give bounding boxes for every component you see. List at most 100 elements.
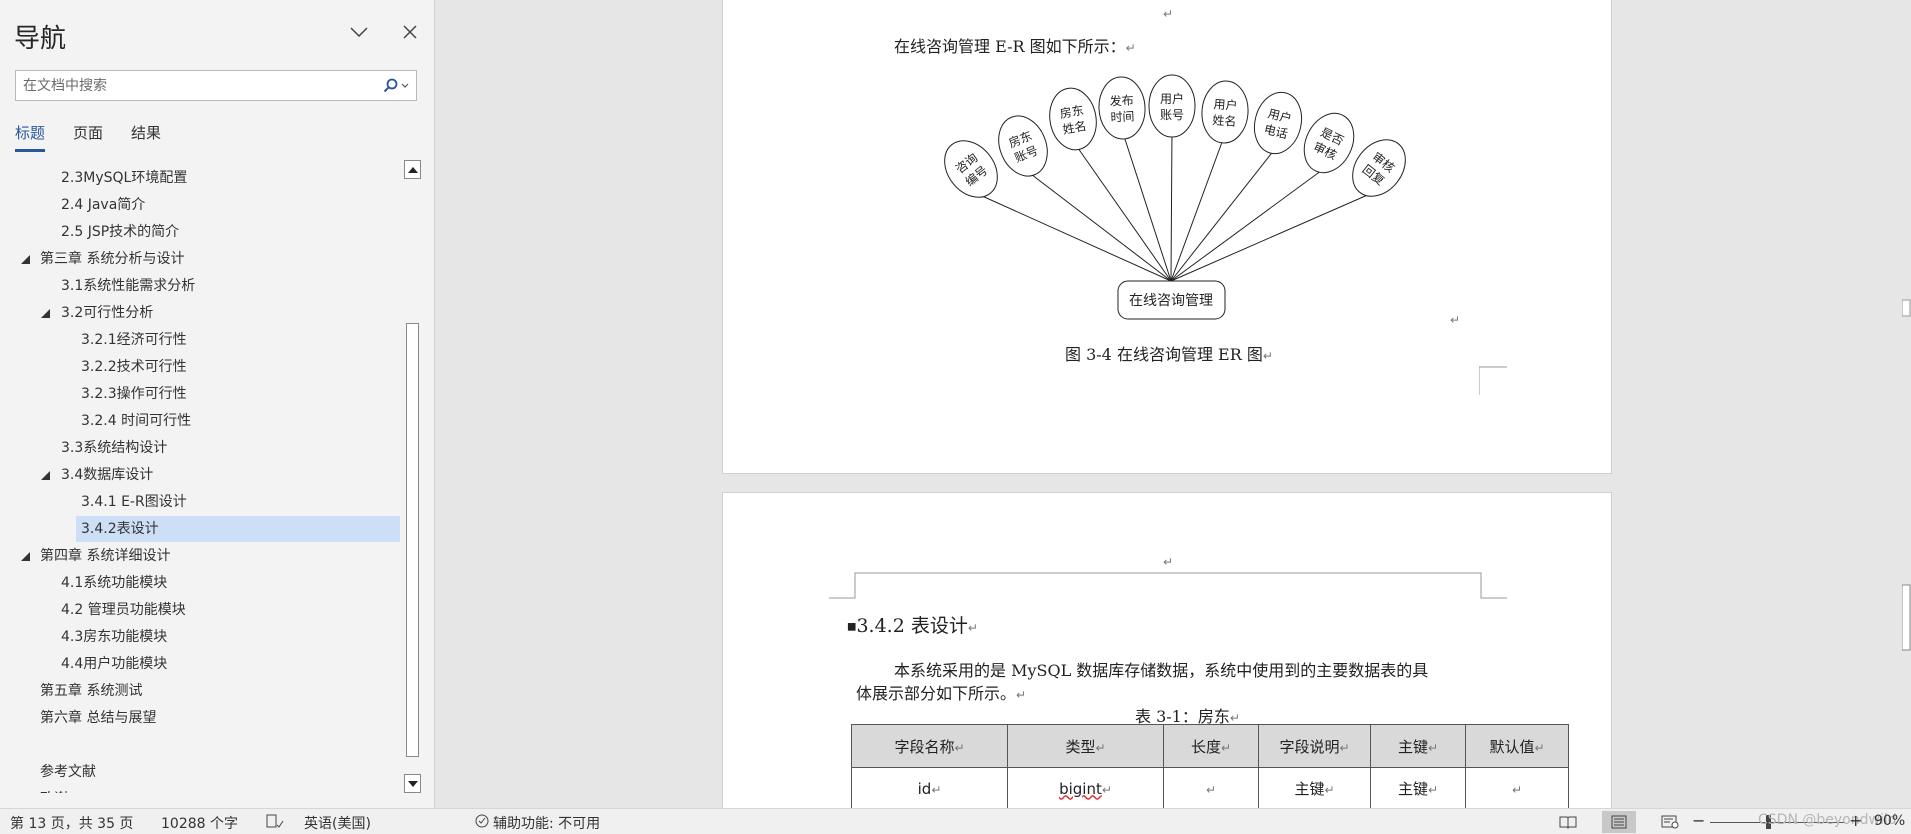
table-header-cell: 类型↵: [1007, 724, 1164, 768]
er-attribute: 房东账号: [998, 115, 1048, 177]
body-paragraph-line: 本系统采用的是 MySQL 数据库存储数据，系统中使用到的主要数据表的具: [894, 661, 1429, 680]
cell-text: bigint: [1059, 779, 1102, 798]
nav-heading-item[interactable]: 参考文献: [0, 759, 400, 785]
paragraph-mark: ↵: [1205, 782, 1217, 797]
nav-heading-item[interactable]: 第六章 总结与展望: [0, 705, 400, 731]
nav-heading-item[interactable]: 第五章 系统测试: [0, 678, 400, 704]
table-header-cell: 长度↵: [1163, 724, 1259, 768]
table-cell: ↵: [1465, 767, 1569, 808]
er-connector: [1121, 129, 1172, 282]
zoom-out-button[interactable]: −: [1692, 811, 1705, 830]
nav-heading-item[interactable]: 3.2.1经济可行性: [0, 327, 400, 353]
accessibility-icon[interactable]: [473, 813, 491, 833]
print-layout-icon[interactable]: [1602, 811, 1636, 833]
table-header-cell: 字段说明↵: [1258, 724, 1371, 768]
nav-heading-label: 3.2.1经济可行性: [81, 332, 187, 348]
tab-pages[interactable]: 页面: [73, 122, 103, 152]
nav-heading-item[interactable]: 4.1系统功能模块: [0, 570, 400, 596]
web-layout-icon[interactable]: [1653, 811, 1687, 833]
paragraph-mark: ↵: [1511, 782, 1523, 797]
nav-heading-label: 3.3系统结构设计: [61, 440, 168, 456]
proofing-icon[interactable]: [266, 813, 284, 833]
cell-text: 主键: [1294, 780, 1325, 798]
nav-heading-item[interactable]: 第三章 系统分析与设计: [0, 246, 400, 272]
tab-results[interactable]: 结果: [131, 122, 161, 152]
expand-triangle-icon[interactable]: [40, 300, 50, 326]
scroll-up-icon[interactable]: [404, 160, 421, 179]
nav-heading-item[interactable]: 2.4 Java简介: [0, 192, 400, 218]
header-text: 默认值: [1489, 737, 1535, 756]
nav-heading-item[interactable]: 2.3MySQL环境配置: [0, 165, 400, 191]
er-diagram: 咨询编号房东账号房东姓名发布时间用户账号用户姓名 用户电话 是否审核 审核回复 在线咨…: [944, 74, 1406, 320]
data-table: 字段名称↵ 类型↵ 长度↵ 字段说明↵ 主键↵ 默认值↵ id↵ bigint↵ ↵ 主键↵ 主键…: [851, 724, 1569, 808]
scroll-thumb[interactable]: [406, 323, 419, 757]
nav-heading-item[interactable]: 3.1系统性能需求分析: [0, 273, 400, 299]
nav-heading-item[interactable]: 4.2 管理员功能模块: [0, 597, 400, 623]
paragraph-mark: ↵: [1220, 740, 1232, 755]
paragraph-mark: ↵: [954, 740, 965, 755]
tab-headings[interactable]: 标题: [15, 122, 46, 152]
close-icon[interactable]: [396, 18, 424, 46]
paragraph-mark: ↵: [1262, 349, 1273, 363]
nav-heading-item[interactable]: 3.2可行性分析: [0, 300, 400, 326]
table-cell: 主键↵: [1370, 767, 1466, 808]
nav-heading-item[interactable]: 4.4用户功能模块: [0, 651, 400, 677]
document-area[interactable]: ↵ 在线咨询管理 E-R 图如下所示：↵ 咨询 编号 房东 账号 房东 姓名 发布 时间 用户账…: [436, 0, 1911, 808]
heading-text: 3.4.2 表设计: [856, 615, 968, 637]
nav-heading-label: 3.2.4 时间可行性: [81, 413, 192, 429]
paragraph-mark: ↵: [1427, 783, 1439, 797]
er-attribute: 用户电话: [1253, 91, 1303, 155]
paragraph-mark: ↵: [1229, 711, 1240, 725]
body-paragraph-line: 体展示部分如下所示。↵: [856, 680, 1026, 704]
nav-heading-item[interactable]: 3.3系统结构设计: [0, 435, 400, 461]
scroll-down-icon[interactable]: [404, 774, 421, 793]
zoom-in-button[interactable]: +: [1849, 811, 1862, 830]
er-attribute-label: 用户: [1213, 96, 1238, 113]
table-body: id↵ bigint↵ ↵ 主键↵ 主键↵ ↵: [851, 767, 1569, 808]
nav-scrollbar[interactable]: [404, 160, 421, 793]
read-mode-icon[interactable]: [1551, 811, 1585, 833]
er-attribute-oval: [1148, 74, 1196, 138]
zoom-level[interactable]: 90%: [1874, 813, 1905, 829]
er-attribute-oval: [998, 115, 1048, 177]
nav-heading-item[interactable]: 3.4.2表设计: [76, 516, 400, 542]
er-connector: [1072, 140, 1172, 282]
header-text: 字段说明: [1279, 737, 1340, 756]
caption-text: 图 3-4 在线咨询管理 ER 图: [1065, 345, 1263, 364]
paragraph-mark: ↵: [967, 621, 978, 635]
expand-triangle-icon[interactable]: [20, 543, 30, 569]
expand-triangle-icon[interactable]: [20, 246, 30, 272]
nav-heading-item[interactable]: 3.2.3操作可行性: [0, 381, 400, 407]
accessibility-status[interactable]: 辅助功能: 不可用: [493, 813, 600, 833]
nav-heading-label: 3.4数据库设计: [61, 467, 154, 483]
language[interactable]: 英语(美国): [304, 813, 371, 833]
nav-tabs: 标题 页面 结果: [15, 122, 189, 152]
figure-caption: 图 3-4 在线咨询管理 ER 图↵: [1065, 341, 1273, 365]
search-icon[interactable]: [380, 75, 412, 97]
table-cell: bigint↵: [1007, 767, 1164, 808]
navigation-pane: 导航 标题 页面 结果 2.3MySQL环境配置 2.4 Java简介 2.5 JS…: [0, 0, 435, 808]
nav-heading-label: 3.2.2技术可行性: [81, 359, 187, 375]
er-attribute: 用户账号: [1148, 74, 1196, 138]
search-input[interactable]: [23, 75, 373, 97]
header-text: 长度: [1190, 737, 1221, 756]
nav-heading-item[interactable]: 3.2.4 时间可行性: [0, 408, 400, 434]
er-attribute-label: 时间: [1110, 109, 1135, 124]
paragraph-mark: ↵: [1163, 555, 1174, 569]
nav-heading-item[interactable]: 第四章 系统详细设计: [0, 543, 400, 569]
word-count[interactable]: 10288 个字: [161, 813, 238, 833]
nav-heading-item[interactable]: 3.4.1 E-R图设计: [0, 489, 400, 515]
nav-heading-item[interactable]: 致谢: [0, 786, 400, 793]
nav-heading-item[interactable]: 2.5 JSP技术的简介: [0, 219, 400, 245]
nav-heading-item[interactable]: 3.2.2技术可行性: [0, 354, 400, 380]
nav-heading-label: 4.1系统功能模块: [61, 575, 168, 591]
nav-heading-label: 第五章 系统测试: [40, 683, 143, 699]
nav-heading-item[interactable]: 3.4数据库设计: [0, 462, 400, 488]
nav-heading-item[interactable]: 4.3房东功能模块: [0, 624, 400, 650]
expand-triangle-icon[interactable]: [40, 462, 50, 488]
heading-tree: 2.3MySQL环境配置 2.4 Java简介 2.5 JSP技术的简介 第三章 系统…: [0, 165, 402, 793]
paragraph-mark: ↵: [1450, 313, 1461, 327]
chevron-down-icon[interactable]: [345, 18, 373, 46]
nav-heading-item[interactable]: [0, 732, 400, 758]
page-count[interactable]: 第 13 页，共 35 页: [10, 813, 133, 833]
